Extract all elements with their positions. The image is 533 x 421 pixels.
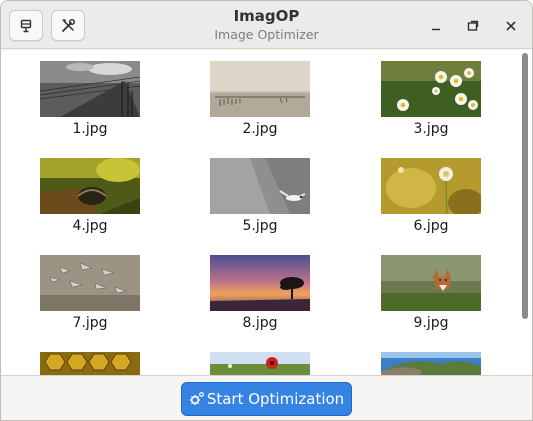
close-button[interactable] — [499, 14, 523, 38]
image-filename: 3.jpg — [413, 121, 449, 137]
image-filename: 8.jpg — [242, 315, 278, 331]
image-tile[interactable] — [40, 352, 140, 375]
headerbar: ImagOP Image Optimizer — [1, 1, 532, 49]
title-box: ImagOP Image Optimizer — [1, 7, 532, 43]
scrollbar-thumb[interactable] — [522, 53, 528, 319]
maximize-button[interactable] — [461, 14, 485, 38]
image-tile[interactable]: 9.jpg — [381, 255, 481, 332]
image-filename: 5.jpg — [242, 218, 278, 234]
thumbnail-image — [210, 255, 310, 311]
image-filename: 2.jpg — [242, 121, 278, 137]
image-filename: 7.jpg — [72, 315, 108, 331]
thumbnail-image — [40, 255, 140, 311]
thumbnail-image — [40, 158, 140, 214]
thumbnail-image — [381, 61, 481, 117]
thumbnail-image — [210, 158, 310, 214]
image-tile[interactable]: 8.jpg — [210, 255, 310, 332]
start-optimization-button[interactable]: Start Optimization — [181, 382, 352, 416]
window-subtitle: Image Optimizer — [214, 27, 319, 42]
image-filename: 6.jpg — [413, 218, 449, 234]
app-window: ImagOP Image Optimizer 1.jpg 2.jpg 3.jpg… — [0, 0, 533, 421]
image-filename: 4.jpg — [72, 218, 108, 234]
thumbnail-image — [210, 352, 310, 375]
window-title: ImagOP — [233, 7, 300, 25]
image-tile[interactable]: 5.jpg — [210, 158, 310, 235]
image-tile[interactable]: 4.jpg — [40, 158, 140, 235]
image-tile[interactable]: 7.jpg — [40, 255, 140, 332]
image-tile[interactable]: 3.jpg — [381, 61, 481, 138]
vertical-scrollbar[interactable] — [519, 53, 531, 371]
image-tile[interactable] — [381, 352, 481, 375]
maximize-icon — [467, 17, 479, 36]
image-tile[interactable]: 1.jpg — [40, 61, 140, 138]
action-bar: Start Optimization — [1, 375, 532, 420]
image-filename: 1.jpg — [72, 121, 108, 137]
thumbnail-image — [381, 352, 481, 375]
image-tile[interactable]: 2.jpg — [210, 61, 310, 138]
gear-icon — [189, 391, 205, 407]
thumbnail-image — [40, 61, 140, 117]
minimize-icon — [430, 17, 442, 36]
image-tile[interactable] — [210, 352, 310, 375]
thumbnail-image — [40, 352, 140, 375]
minimize-button[interactable] — [424, 14, 448, 38]
image-grid[interactable]: 1.jpg 2.jpg 3.jpg 4.jpg 5.jpg 6.jpg 7.jp… — [1, 50, 532, 375]
image-tile[interactable]: 6.jpg — [381, 158, 481, 235]
start-optimization-label: Start Optimization — [206, 390, 345, 408]
thumbnail-image — [381, 255, 481, 311]
thumbnail-image — [210, 61, 310, 117]
close-icon — [505, 17, 517, 36]
image-filename: 9.jpg — [413, 315, 449, 331]
thumbnail-image — [381, 158, 481, 214]
